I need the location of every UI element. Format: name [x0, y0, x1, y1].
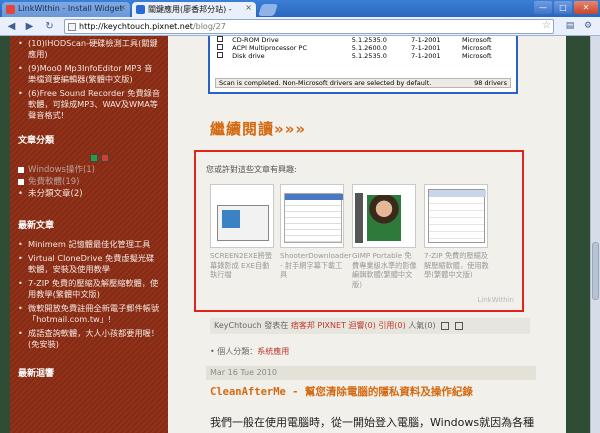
personal-category: • 個人分類：系統應用 — [210, 347, 290, 356]
url-path: /blog/27 — [192, 22, 226, 31]
tab-close-icon[interactable]: × — [245, 3, 252, 12]
latest-post-link[interactable]: • 成語查詢軟體，大人小孩都要用喔！(免安裝) — [18, 328, 160, 350]
linkwithin-credit[interactable]: LinkWithin — [477, 296, 514, 304]
driver-table: CD-ROM Drive 5.1.2535.0 7-1-2001 Microso… — [215, 36, 511, 60]
latest-post-link[interactable]: • 7-ZIP 免費的壓縮及解壓縮軟體，使用教學(繁體中文版) — [18, 278, 160, 300]
table-row: Disk drive 5.1.2535.0 7-1-2001 Microsoft — [215, 52, 511, 60]
related-thumbnail[interactable] — [210, 184, 274, 248]
tab-label: LinkWithin - Install Widget — [18, 4, 123, 13]
related-post-title[interactable]: SCREEN2EXE將螢幕錄影成 EXE自動執行檔 — [210, 251, 276, 280]
recent-comments-heading: 最新迴響 — [18, 369, 55, 379]
close-window-button[interactable]: ✕ — [574, 1, 598, 14]
tab-strip: LinkWithin - Install Widget × 關鍵應用(廖香邦分站… — [0, 0, 600, 17]
table-row: ACPI Multiprocessor PC 5.1.2600.0 7-1-20… — [215, 44, 511, 52]
category-controls — [90, 154, 160, 162]
latest-post-link[interactable]: • Virtual CloneDrive 免費虛擬光碟軟體，安裝及使用教學 — [18, 253, 160, 275]
related-title: 您或許對這些文章有興趣: — [206, 165, 297, 174]
browser-toolbar: ◀ ▶ ↻ http://keychtouch.pixnet.net/blog/… — [0, 17, 600, 36]
related-post-title[interactable]: ShooterDownloader - 射手網字幕下載工具 — [280, 251, 351, 280]
tab-close-icon[interactable]: × — [119, 3, 126, 12]
main-content: CD-ROM Drive 5.1.2535.0 7-1-2001 Microso… — [168, 36, 566, 433]
trackback-link[interactable]: 引用(0) — [378, 321, 405, 330]
personal-category-link[interactable]: 系統應用 — [257, 347, 289, 356]
page-viewport: • (10)IHODScan-硬碟檢測工具(關鍵應用) • (9)Moo0 Mp… — [0, 36, 590, 433]
category-item[interactable]: 免費軟體 (19) — [18, 176, 160, 188]
latest-post-link[interactable]: • 微軟開放免費註冊全新電子郵件帳號「hotmail.com.tw」! — [18, 303, 160, 325]
related-post-title[interactable]: GIMP Portable 免費專業級水準的影像編輯軟體(繁體中文版) — [352, 251, 418, 289]
checkbox-icon — [217, 44, 223, 50]
favicon-icon — [6, 5, 15, 14]
tab-pixnet[interactable]: 關鍵應用(廖香邦分站) - × — [132, 2, 256, 17]
related-posts-widget: 您或許對這些文章有興趣: SCREEN2EXE將螢幕錄影成 EXE自動執行檔 S… — [194, 150, 524, 312]
related-thumbnail[interactable] — [424, 184, 488, 248]
address-bar[interactable]: http://keychtouch.pixnet.net/blog/27 — [64, 19, 554, 34]
table-row: CD-ROM Drive 5.1.2535.0 7-1-2001 Microso… — [215, 36, 511, 44]
reload-icon[interactable]: ↻ — [42, 19, 57, 34]
back-arrow-icon[interactable]: ◀ — [4, 19, 19, 34]
sidebar: • (10)IHODScan-硬碟檢測工具(關鍵應用) • (9)Moo0 Mp… — [10, 36, 168, 433]
related-thumbnail[interactable] — [280, 184, 344, 248]
related-post-card[interactable]: SCREEN2EXE將螢幕錄影成 EXE自動執行檔 — [210, 184, 276, 280]
checkbox-icon — [217, 36, 223, 42]
page-icon — [68, 23, 76, 31]
post-body-text: 我們一般在使用電腦時，從一開始登入電腦，Windows就因為各種 — [210, 416, 535, 429]
site-link[interactable]: 痞客邦 PIXNET — [291, 321, 346, 330]
related-thumbnail[interactable] — [352, 184, 416, 248]
post-title-link[interactable]: CleanAfterMe - 幫您清除電腦的隱私資料及操作紀錄 — [210, 384, 473, 399]
post-date: Mar 16 Tue 2010 — [206, 366, 536, 380]
latest-heading: 最新文章 — [18, 221, 55, 231]
author-name: KeyChtouch — [214, 321, 262, 330]
sidebar-top-item[interactable]: • (10)IHODScan-硬碟檢測工具(關鍵應用) — [18, 38, 160, 60]
favicon-icon — [136, 5, 145, 14]
category-checkbox-icon — [18, 167, 24, 173]
checkbox-icon — [217, 52, 223, 58]
tab-linkwithin[interactable]: LinkWithin - Install Widget × — [2, 2, 130, 17]
edit-icon[interactable] — [441, 321, 450, 330]
sidebar-top-item[interactable]: • (9)Moo0 Mp3InfoEditor MP3 音樂檔資要編輯器(繁體中… — [18, 63, 160, 85]
comments-link[interactable]: 迴響(0) — [349, 321, 376, 330]
views-count: 人氣(0) — [408, 321, 436, 330]
related-post-card[interactable]: GIMP Portable 免費專業級水準的影像編輯軟體(繁體中文版) — [352, 184, 418, 289]
related-post-card[interactable]: 7-ZIP 免費的壓縮及解壓縮軟體，使用教學(繁體中文版) — [424, 184, 490, 280]
new-tab-button[interactable] — [258, 4, 278, 16]
post-meta-bar: KeyChtouch 發表在 痞客邦 PIXNET 迴響(0) 引用(0) 人氣… — [210, 318, 530, 334]
url-host: http://keychtouch.pixnet.net — [79, 22, 193, 31]
forward-arrow-icon[interactable]: ▶ — [22, 19, 37, 34]
page-background-right — [566, 36, 590, 433]
categories-heading: 文章分類 — [18, 136, 55, 146]
scrollbar-thumb[interactable] — [592, 242, 599, 300]
page-menu-icon[interactable]: ▤ — [562, 19, 578, 34]
category-item[interactable]: • 未分類文章 (2) — [18, 188, 160, 200]
wrench-icon[interactable]: ⚙ — [580, 19, 596, 34]
expand-icon[interactable] — [90, 154, 98, 162]
minimize-button[interactable]: — — [534, 1, 552, 14]
embedded-screenshot: CD-ROM Drive 5.1.2535.0 7-1-2001 Microso… — [208, 36, 518, 94]
window-controls: — □ ✕ — [534, 1, 598, 14]
latest-post-link[interactable]: • Minimem 記憶體最佳化管理工具 — [18, 239, 160, 250]
tab-label: 關鍵應用(廖香邦分站) - — [148, 5, 232, 14]
sidebar-top-item[interactable]: • (6)Free Sound Recorder 免費錄音軟體，可錄成MP3、W… — [18, 88, 160, 121]
bookmark-star-icon[interactable]: ☆ — [542, 20, 551, 31]
vertical-scrollbar[interactable] — [590, 36, 600, 433]
category-item[interactable]: Windows操作 (1) — [18, 164, 160, 176]
collapse-icon[interactable] — [101, 154, 109, 162]
maximize-button[interactable]: □ — [554, 1, 572, 14]
posted-in-label: 發表在 — [264, 321, 289, 330]
related-post-card[interactable]: ShooterDownloader - 射手網字幕下載工具 — [280, 184, 351, 280]
scan-status-bar: Scan is completed. Non-Microsoft drivers… — [215, 78, 511, 88]
related-post-title[interactable]: 7-ZIP 免費的壓縮及解壓縮軟體，使用教學(繁體中文版) — [424, 251, 490, 280]
delete-icon[interactable] — [454, 321, 463, 330]
category-checkbox-icon — [18, 179, 24, 185]
continue-reading-link[interactable]: 繼續閱讀»»» — [210, 118, 306, 139]
